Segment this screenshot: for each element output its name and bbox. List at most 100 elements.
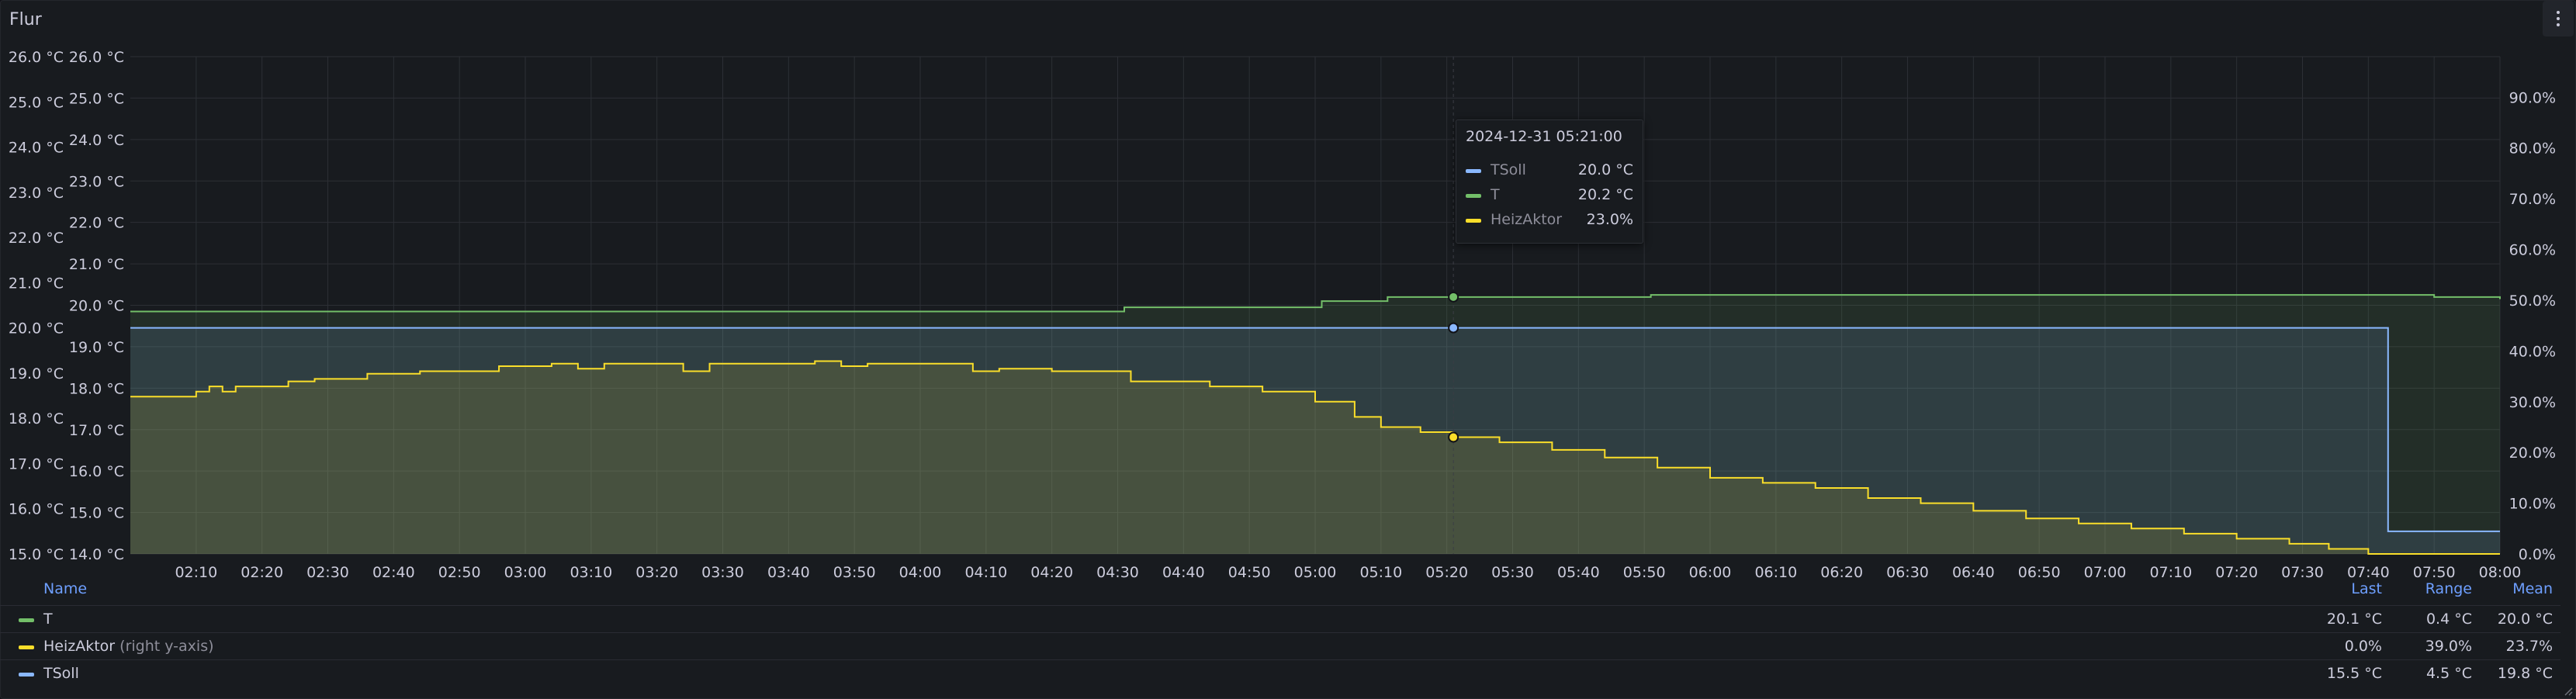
x-tick-label: 02:50 — [438, 564, 481, 579]
x-tick-label: 04:10 — [964, 564, 1007, 579]
x-tick-label: 07:00 — [2084, 564, 2127, 579]
y-tick-label-left-inner: 24.0 °C — [69, 132, 124, 149]
x-tick-label: 03:50 — [833, 564, 876, 579]
y-tick-label-right: 80.0% — [2509, 140, 2556, 157]
x-tick-label: 07:20 — [2215, 564, 2258, 579]
y-tick-label-right: 0.0% — [2519, 546, 2556, 563]
y-tick-label-left-inner: 14.0 °C — [69, 546, 124, 563]
series-swatch-icon — [1466, 194, 1481, 198]
y-tick-label-left-inner: 25.0 °C — [69, 90, 124, 107]
x-tick-label: 05:20 — [1425, 564, 1468, 579]
y-tick-label-left-outer: 15.0 °C — [9, 546, 64, 563]
hover-point-heizaktor — [1448, 431, 1459, 443]
tooltip-series-value: 20.0 °C — [1577, 161, 1633, 178]
y-tick-label-right: 40.0% — [2509, 343, 2556, 360]
y-tick-label-left-outer: 16.0 °C — [9, 501, 64, 518]
legend-table: Name Last Range Mean T 20.1 °C 0.4 °C 20… — [0, 579, 2560, 695]
tooltip-row-heizaktor: HeizAktor 23.0% — [1466, 211, 1633, 230]
x-tick-label: 02:10 — [175, 564, 217, 579]
tooltip-series-value: 23.0% — [1586, 211, 1633, 228]
x-tick-label: 05:50 — [1623, 564, 1666, 579]
y-tick-label-left-outer: 26.0 °C — [9, 49, 64, 66]
y-tick-label-left-inner: 21.0 °C — [69, 256, 124, 273]
x-tick-label: 03:10 — [570, 564, 612, 579]
series-fills — [130, 295, 2500, 554]
y-tick-label-right: 90.0% — [2509, 89, 2556, 106]
legend-header-mean[interactable]: Mean — [2512, 580, 2553, 597]
x-tick-label: 02:40 — [372, 564, 415, 579]
y-tick-label-left-inner: 17.0 °C — [69, 422, 124, 439]
series-swatch-icon — [19, 673, 34, 677]
y-tick-label-right: 30.0% — [2509, 394, 2556, 411]
y-tick-label-left-inner: 22.0 °C — [69, 215, 124, 232]
x-tick-label: 06:20 — [1820, 564, 1863, 579]
x-tick-label: 07:30 — [2281, 564, 2324, 579]
series-swatch-icon — [19, 618, 34, 622]
legend-row-tsoll[interactable]: TSoll 15.5 °C 4.5 °C 19.8 °C — [0, 659, 2560, 687]
x-tick-label: 04:50 — [1228, 564, 1271, 579]
legend-last: 0.0% — [2344, 638, 2382, 655]
legend-row-heizaktor[interactable]: HeizAktor (right y-axis) 0.0% 39.0% 23.7… — [0, 632, 2560, 659]
y-tick-label-left-outer: 19.0 °C — [9, 365, 64, 382]
x-tick-label: 06:40 — [1952, 564, 1995, 579]
y-tick-label-left-inner: 26.0 °C — [69, 49, 124, 66]
series-swatch-icon — [1466, 169, 1481, 173]
x-tick-label: 05:40 — [1557, 564, 1600, 579]
x-tick-label: 07:50 — [2413, 564, 2456, 579]
legend-series-name[interactable]: HeizAktor (right y-axis) — [43, 638, 214, 655]
time-series-chart[interactable]: 02:10 02:20 02:30 02:40 02:50 03:00 03:10 03:20… — [0, 0, 2576, 579]
series-swatch-icon — [19, 645, 34, 649]
x-tick-label: 06:10 — [1754, 564, 1797, 579]
y-tick-label-left-inner: 20.0 °C — [69, 298, 124, 315]
tooltip-series-name: T — [1491, 186, 1500, 203]
legend-series-name[interactable]: T — [43, 611, 53, 628]
tooltip-time: 2024-12-31 05:21:00 — [1466, 128, 1622, 145]
y-tick-label-left-outer: 18.0 °C — [9, 410, 64, 427]
tooltip-series-name: TSoll — [1491, 161, 1526, 178]
x-tick-label: 06:50 — [2018, 564, 2061, 579]
x-tick-label: 02:20 — [241, 564, 283, 579]
x-tick-label: 03:40 — [767, 564, 810, 579]
tooltip-row-tsoll: TSoll 20.0 °C — [1466, 161, 1633, 180]
chart-tooltip: 2024-12-31 05:21:00 TSoll 20.0 °C T 20.2… — [1456, 119, 1643, 244]
y-tick-label-left-outer: 24.0 °C — [9, 140, 64, 157]
x-tick-label: 03:30 — [701, 564, 744, 579]
y-tick-label-right: 10.0% — [2509, 496, 2556, 513]
y-tick-label-right: 20.0% — [2509, 445, 2556, 462]
x-tick-label: 03:00 — [504, 564, 547, 579]
y-tick-label-left-outer: 22.0 °C — [9, 230, 64, 247]
tooltip-series-name: HeizAktor — [1491, 211, 1563, 228]
resize-corner-icon[interactable] — [2564, 687, 2573, 696]
tooltip-row-t: T 20.2 °C — [1466, 186, 1633, 205]
x-tick-label: 03:20 — [635, 564, 678, 579]
legend-header-name[interactable]: Name — [43, 580, 87, 597]
y-tick-label-left-inner: 19.0 °C — [69, 339, 124, 356]
y-tick-label-left-inner: 16.0 °C — [69, 463, 124, 480]
legend-range: 0.4 °C — [2425, 611, 2472, 628]
legend-range: 39.0% — [2425, 638, 2472, 655]
y-tick-label-left-outer: 23.0 °C — [9, 185, 64, 202]
legend-mean: 19.8 °C — [2497, 665, 2553, 682]
legend-row-t[interactable]: T 20.1 °C 0.4 °C 20.0 °C — [0, 605, 2560, 632]
y-tick-label-left-inner: 23.0 °C — [69, 173, 124, 190]
legend-mean: 23.7% — [2505, 638, 2553, 655]
x-tick-label: 07:10 — [2149, 564, 2192, 579]
y-tick-label-right: 60.0% — [2509, 242, 2556, 259]
series-swatch-icon — [1466, 219, 1481, 223]
x-tick-label: 02:30 — [306, 564, 349, 579]
x-tick-label: 05:00 — [1294, 564, 1337, 579]
hover-point-t — [1448, 291, 1459, 303]
hover-point-tsoll — [1448, 322, 1459, 334]
x-tick-label: 05:10 — [1359, 564, 1402, 579]
y-tick-label-left-outer: 21.0 °C — [9, 275, 64, 292]
legend-header-last[interactable]: Last — [2351, 580, 2382, 597]
x-tick-label: 05:30 — [1491, 564, 1534, 579]
y-tick-label-left-inner: 15.0 °C — [69, 505, 124, 522]
legend-series-name[interactable]: TSoll — [43, 665, 79, 682]
legend-last: 15.5 °C — [2326, 665, 2382, 682]
y-tick-label-left-outer: 25.0 °C — [9, 94, 64, 111]
x-tick-label: 08:00 — [2479, 564, 2522, 579]
legend-header-range[interactable]: Range — [2425, 580, 2472, 597]
y-tick-label-left-outer: 17.0 °C — [9, 455, 64, 472]
x-tick-label: 04:00 — [899, 564, 942, 579]
